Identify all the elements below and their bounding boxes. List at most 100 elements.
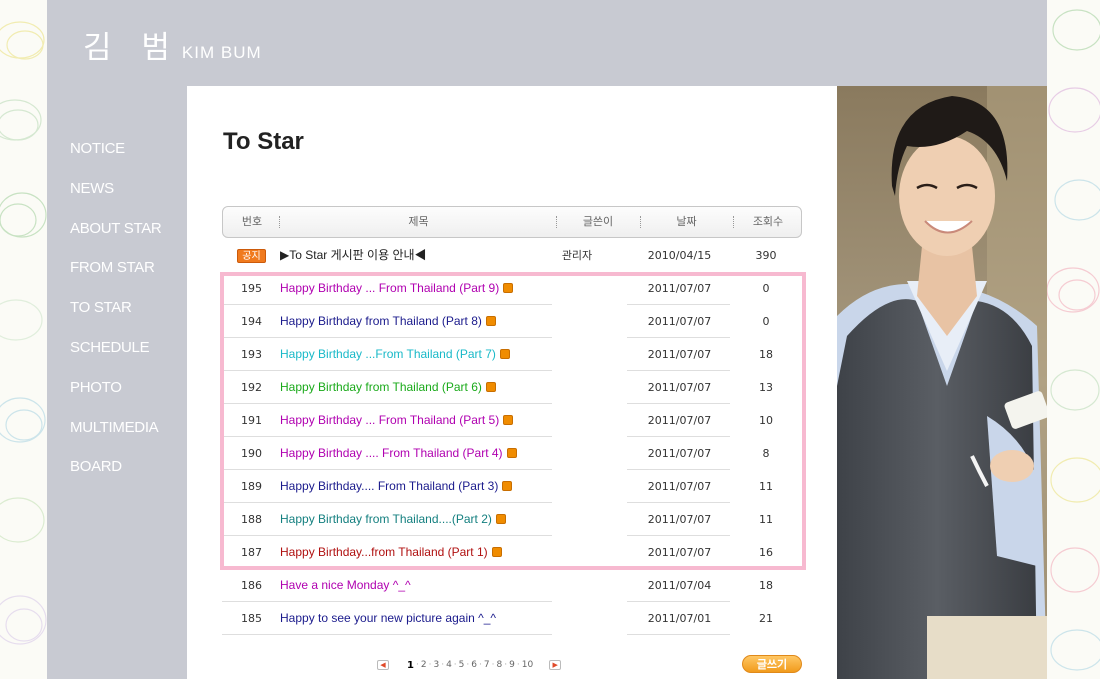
notice-badge: 공지 xyxy=(237,249,266,263)
post-title-link[interactable]: Happy to see your new picture again ^_^ xyxy=(280,611,496,625)
page-separator: · xyxy=(441,659,445,670)
next-page-button[interactable]: ▶ xyxy=(549,660,562,670)
write-post-button[interactable]: 글쓰기 xyxy=(742,655,802,673)
nav-item-notice[interactable]: NOTICE xyxy=(70,138,190,178)
post-title-link[interactable]: Happy Birthday .... From Thailand (Part … xyxy=(280,446,503,460)
post-title-cell: Happy Birthday ... From Thailand (Part 9… xyxy=(280,272,514,305)
header-date: 날짜 xyxy=(676,215,697,228)
table-row: 190 Happy Birthday .... From Thailand (Pa… xyxy=(222,437,802,470)
new-post-icon xyxy=(499,349,510,359)
page-separator: · xyxy=(415,659,419,670)
page-link-9[interactable]: 9 xyxy=(509,660,515,671)
page-link-7[interactable]: 7 xyxy=(484,660,490,671)
post-views: 13 xyxy=(759,381,773,394)
notice-title-link[interactable]: ▶To Star 게시판 이용 안내◀ xyxy=(280,239,427,272)
row-divider xyxy=(222,634,552,635)
table-row: 187 Happy Birthday...from Thailand (Part … xyxy=(222,536,802,569)
notice-views: 390 xyxy=(755,249,777,262)
pagination: ◀ 1 · 2 · 3 · 4 · 5 · 6 · 7 · 8 · 9 · 10 ▶ xyxy=(377,658,562,672)
table-row: 185 Happy to see your new picture again ^… xyxy=(222,602,802,635)
post-number: 186 xyxy=(241,579,262,592)
post-title-link[interactable]: Happy Birthday ... From Thailand (Part 9… xyxy=(280,281,499,295)
post-title-link[interactable]: Happy Birthday...from Thailand (Part 1) xyxy=(280,545,488,559)
table-row: 186 Have a nice Monday ^_^ 2011/07/04 18 xyxy=(222,569,802,602)
new-post-icon xyxy=(485,382,496,392)
nav-item-multimedia[interactable]: MULTIMEDIA xyxy=(70,417,190,457)
post-title-link[interactable]: Happy Birthday ... From Thailand (Part 5… xyxy=(280,413,499,427)
new-post-icon xyxy=(495,514,506,524)
post-title-link[interactable]: Happy Birthday from Thailand....(Part 2) xyxy=(280,512,492,526)
prev-page-button[interactable]: ◀ xyxy=(377,660,389,670)
nav-item-from-star[interactable]: FROM STAR xyxy=(70,257,190,297)
post-title-cell: Happy Birthday from Thailand....(Part 2) xyxy=(280,503,506,536)
post-date: 2011/07/07 xyxy=(647,447,712,460)
star-photo xyxy=(837,86,1047,679)
post-number: 190 xyxy=(241,447,262,460)
page-link-2[interactable]: 2 xyxy=(421,660,427,671)
page-separator: · xyxy=(479,659,482,670)
post-title-cell: Happy Birthday from Thailand (Part 6) xyxy=(280,371,496,404)
nav-item-board[interactable]: BOARD xyxy=(70,456,190,496)
page-title: To Star xyxy=(223,128,304,155)
decorative-scribbles-right xyxy=(1047,0,1100,679)
nav-item-photo[interactable]: PHOTO xyxy=(70,377,190,417)
page-separator: · xyxy=(453,659,457,670)
post-number: 188 xyxy=(241,513,262,526)
post-date: 2011/07/07 xyxy=(647,414,712,427)
post-views: 16 xyxy=(759,546,773,559)
post-date: 2011/07/07 xyxy=(647,381,712,394)
post-number: 193 xyxy=(241,348,262,361)
site-container: 김 범 KIM BUM NOTICE NEWS ABOUT STAR FROM … xyxy=(47,0,1047,679)
post-number: 192 xyxy=(241,381,262,394)
post-title-link[interactable]: Happy Birthday.... From Thailand (Part 3… xyxy=(280,479,498,493)
post-title-link[interactable]: Happy Birthday from Thailand (Part 8) xyxy=(280,314,482,328)
table-row: 188 Happy Birthday from Thailand....(Part… xyxy=(222,503,802,536)
page-link-4[interactable]: 4 xyxy=(446,660,452,671)
page-link-5[interactable]: 5 xyxy=(459,660,465,671)
new-post-icon xyxy=(503,283,514,293)
table-row: 192 Happy Birthday from Thailand (Part 6)… xyxy=(222,371,802,404)
page-numbers: 1 · 2 · 3 · 4 · 5 · 6 · 7 · 8 · 9 · 10 xyxy=(407,660,533,671)
decorative-scribbles-left xyxy=(0,0,47,679)
header-title: 제목 xyxy=(408,215,429,228)
page-link-10[interactable]: 10 xyxy=(522,660,533,671)
table-row: 195 Happy Birthday ... From Thailand (Par… xyxy=(222,272,802,305)
post-views: 11 xyxy=(759,480,773,493)
post-date: 2011/07/07 xyxy=(647,315,712,328)
post-date: 2011/07/07 xyxy=(647,480,712,493)
post-views: 18 xyxy=(759,348,773,361)
post-title-cell: Happy Birthday.... From Thailand (Part 3… xyxy=(280,470,513,503)
page-link-1[interactable]: 1 xyxy=(407,660,414,671)
post-title-cell: Happy to see your new picture again ^_^ xyxy=(280,602,496,635)
page-link-8[interactable]: 8 xyxy=(497,660,503,671)
page-separator: · xyxy=(428,659,432,670)
post-views: 0 xyxy=(762,315,770,328)
post-title-link[interactable]: Happy Birthday ...From Thailand (Part 7) xyxy=(280,347,496,361)
header-author: 글쓴이 xyxy=(582,215,614,228)
post-title-cell: Happy Birthday...from Thailand (Part 1) xyxy=(280,536,502,569)
post-title-cell: Happy Birthday ...From Thailand (Part 7) xyxy=(280,338,510,371)
post-title-link[interactable]: Have a nice Monday ^_^ xyxy=(280,578,411,592)
header-views: 조회수 xyxy=(752,215,784,228)
site-logo[interactable]: 김 범 KIM BUM xyxy=(83,22,262,67)
new-post-icon xyxy=(503,415,514,425)
post-date: 2011/07/07 xyxy=(647,348,712,361)
header-separator xyxy=(279,216,280,228)
post-title-link[interactable]: Happy Birthday from Thailand (Part 6) xyxy=(280,380,482,394)
post-number: 195 xyxy=(241,282,262,295)
page-link-6[interactable]: 6 xyxy=(471,660,477,671)
table-header: 번호 제목 글쓴이 날짜 조회수 xyxy=(222,206,802,238)
page-link-3[interactable]: 3 xyxy=(433,660,439,671)
post-number: 194 xyxy=(241,315,262,328)
nav-item-to-star[interactable]: TO STAR xyxy=(70,297,190,337)
post-date: 2011/07/01 xyxy=(647,612,712,625)
new-post-icon xyxy=(491,547,502,557)
logo-english: KIM BUM xyxy=(181,43,262,62)
nav-item-schedule[interactable]: SCHEDULE xyxy=(70,337,190,377)
table-row: 189 Happy Birthday.... From Thailand (Par… xyxy=(222,470,802,503)
page-separator: · xyxy=(491,659,495,670)
nav-item-news[interactable]: NEWS xyxy=(70,178,190,218)
post-views: 11 xyxy=(759,513,773,526)
new-post-icon xyxy=(502,481,513,491)
nav-item-about-star[interactable]: ABOUT STAR xyxy=(70,218,190,258)
